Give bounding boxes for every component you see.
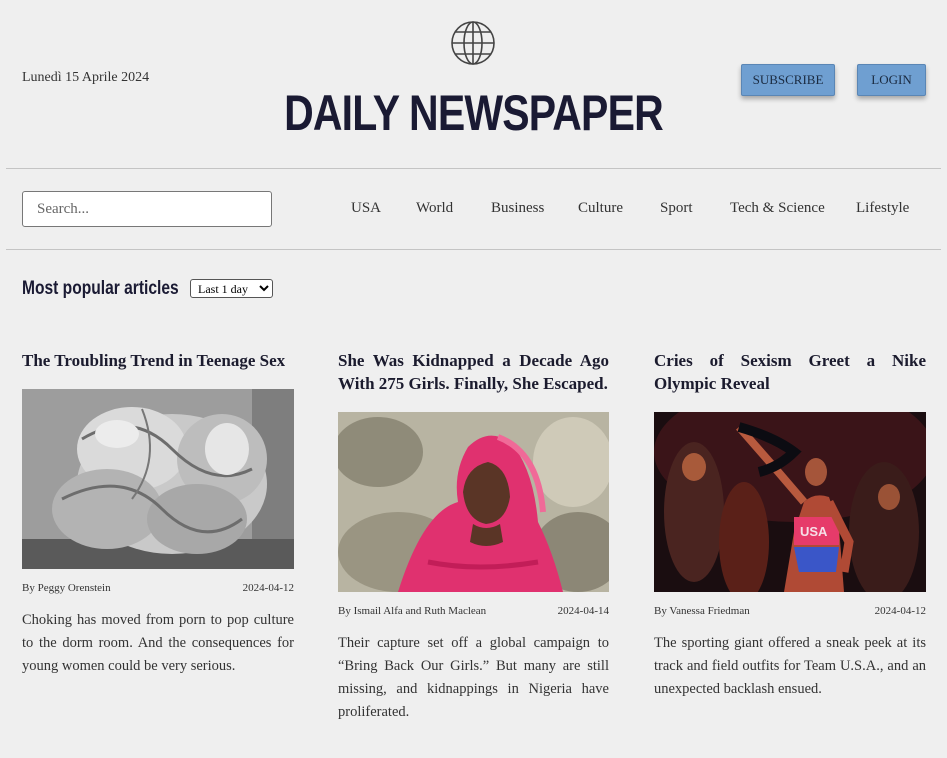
article-excerpt: Their capture set off a global campaign … (338, 635, 609, 720)
svg-text:USA: USA (800, 524, 828, 539)
category-nav: USA World Business Culture Sport Tech & … (0, 200, 947, 220)
article-date: 2024-04-12 (874, 605, 926, 617)
site-header: Lunedì 15 Aprile 2024 DAILY NEWSPAPER SU… (0, 0, 947, 168)
header-divider (6, 168, 941, 169)
nav-item-usa[interactable]: USA (351, 200, 381, 217)
article-card: Cries of Sexism Greet a Nike Olympic Rev… (654, 349, 926, 701)
article-title[interactable]: She Was Kidnapped a Decade Ago With 275 … (338, 349, 609, 395)
nav-item-business[interactable]: Business (491, 200, 544, 217)
article-excerpt: The sporting giant offered a sneak peek … (654, 635, 926, 697)
article-meta: By Ismail Alfa and Ruth Maclean 2024-04-… (338, 605, 609, 617)
nav-item-world[interactable]: World (416, 200, 453, 217)
article-image[interactable] (22, 389, 294, 569)
nav-item-lifestyle[interactable]: Lifestyle (856, 200, 909, 217)
article-card: The Troubling Trend in Teenage Sex By Pe… (22, 349, 294, 678)
article-author: By Ismail Alfa and Ruth Maclean (338, 605, 487, 617)
article-image[interactable]: USA (654, 412, 926, 592)
nav-item-culture[interactable]: Culture (578, 200, 623, 217)
article-title[interactable]: Cries of Sexism Greet a Nike Olympic Rev… (654, 349, 926, 395)
article-author: By Vanessa Friedman (654, 605, 750, 617)
article-meta: By Vanessa Friedman 2024-04-12 (654, 605, 926, 617)
globe-icon (451, 21, 495, 65)
article-card: She Was Kidnapped a Decade Ago With 275 … (338, 349, 609, 724)
period-select[interactable]: Last 1 day (190, 279, 273, 298)
article-author: By Peggy Orenstein (22, 582, 111, 594)
article-image[interactable] (338, 412, 609, 592)
nav-divider (6, 249, 941, 250)
nav-item-tech-science[interactable]: Tech & Science (730, 200, 825, 217)
section-heading: Most popular articles (22, 278, 179, 299)
article-excerpt: Choking has moved from porn to pop cultu… (22, 612, 294, 674)
article-meta: By Peggy Orenstein 2024-04-12 (22, 582, 294, 594)
nav-item-sport[interactable]: Sport (660, 200, 693, 217)
subscribe-button[interactable]: SUBSCRIBE (741, 64, 835, 96)
article-title[interactable]: The Troubling Trend in Teenage Sex (22, 349, 294, 372)
article-date: 2024-04-14 (557, 605, 609, 617)
login-button[interactable]: LOGIN (857, 64, 926, 96)
article-date: 2024-04-12 (242, 582, 294, 594)
